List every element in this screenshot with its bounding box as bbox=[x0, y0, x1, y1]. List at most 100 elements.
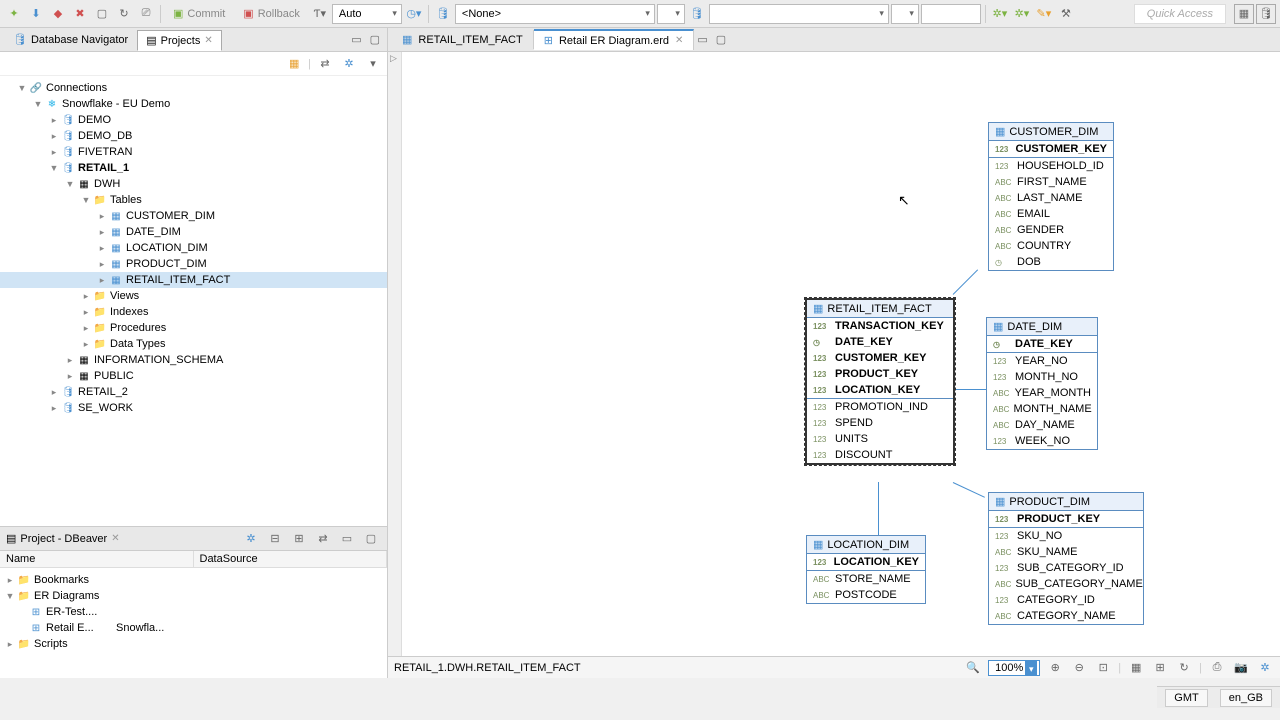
editor-tab-erd[interactable]: ⊞Retail ER Diagram.erd✕ bbox=[534, 29, 695, 50]
minimize-icon[interactable]: ▭ bbox=[348, 33, 364, 46]
tx-mode-icon[interactable]: Ƭ▾ bbox=[310, 4, 330, 24]
settings-icon[interactable]: ✲ bbox=[1256, 660, 1274, 676]
zoom-in-icon[interactable]: ⊕ bbox=[1046, 660, 1064, 676]
er-table-customer[interactable]: ▦CUSTOMER_DIM 123CUSTOMER_KEY 123HOUSEHO… bbox=[988, 122, 1114, 271]
min-icon[interactable]: ▭ bbox=[337, 529, 357, 549]
tree-db-retail[interactable]: ▼🛢RETAIL_1 bbox=[0, 160, 387, 176]
wand-icon[interactable]: ✎▾ bbox=[1034, 4, 1054, 24]
tx-icon[interactable]: ⎚ bbox=[136, 4, 156, 24]
status-tz[interactable]: GMT bbox=[1165, 689, 1207, 707]
er-table-date[interactable]: ▦DATE_DIM ◷DATE_KEY 123YEAR_NO 123MONTH_… bbox=[986, 317, 1098, 450]
close-icon[interactable]: ✕ bbox=[204, 35, 212, 46]
new-sql-icon[interactable]: ✦ bbox=[4, 4, 24, 24]
tool-icon[interactable]: ⚒ bbox=[1056, 4, 1076, 24]
link-icon[interactable]: ⇄ bbox=[313, 529, 333, 549]
tree-table-selected[interactable]: ▸▦RETAIL_ITEM_FACT bbox=[0, 272, 387, 288]
minimize-icon[interactable]: ▭ bbox=[694, 33, 710, 46]
tree-er-diagrams[interactable]: ▼📁ER Diagrams bbox=[0, 588, 387, 604]
tree-schema[interactable]: ▸▦INFORMATION_SCHEMA bbox=[0, 352, 387, 368]
close-icon[interactable]: ✕ bbox=[675, 35, 683, 46]
project-tree[interactable]: ▸📁Bookmarks ▼📁ER Diagrams ⊞ER-Test.... ⊞… bbox=[0, 568, 387, 678]
datasource-drop[interactable] bbox=[657, 4, 685, 24]
er-table-fact[interactable]: ▦RETAIL_ITEM_FACT 123TRANSACTION_KEY ◷DA… bbox=[806, 299, 954, 464]
sql-icon[interactable]: ▦ bbox=[284, 54, 304, 74]
tree-table[interactable]: ▸▦PRODUCT_DIM bbox=[0, 256, 387, 272]
schema-combo[interactable] bbox=[709, 4, 889, 24]
max-icon[interactable]: ▢ bbox=[361, 529, 381, 549]
col-name[interactable]: Name bbox=[0, 551, 194, 567]
quick-access-input[interactable]: Quick Access bbox=[1134, 4, 1226, 24]
new-conn-icon[interactable]: ⬇ bbox=[26, 4, 46, 24]
table-icon: ▦ bbox=[108, 241, 124, 255]
refresh-icon[interactable]: ↻ bbox=[114, 4, 134, 24]
datasource-combo[interactable]: <None> bbox=[455, 4, 655, 24]
er-table-location[interactable]: ▦LOCATION_DIM 123LOCATION_KEY ABCSTORE_N… bbox=[806, 535, 926, 604]
table-icon: ▦ bbox=[813, 538, 823, 551]
datasource-icon[interactable]: 🛢 bbox=[433, 4, 453, 24]
tree-scripts[interactable]: ▸📁Scripts bbox=[0, 636, 387, 652]
debug-icon[interactable]: ✲▾ bbox=[1012, 4, 1032, 24]
zoom-combo[interactable]: 100% bbox=[988, 660, 1040, 676]
schema-icon[interactable]: 🛢 bbox=[687, 4, 707, 24]
tree-schema[interactable]: ▸▦PUBLIC bbox=[0, 368, 387, 384]
tree-db[interactable]: ▸🛢FIVETRAN bbox=[0, 144, 387, 160]
tree-table[interactable]: ▸▦CUSTOMER_DIM bbox=[0, 208, 387, 224]
tab-db-navigator[interactable]: 🛢Database Navigator bbox=[4, 29, 137, 50]
collapse-icon[interactable]: ⊟ bbox=[265, 529, 285, 549]
gear-icon[interactable]: ✲ bbox=[241, 529, 261, 549]
project-icon: ▤ bbox=[6, 532, 16, 545]
perspective2-btn[interactable]: 🛢 bbox=[1256, 4, 1276, 24]
tree-folder[interactable]: ▸📁Views bbox=[0, 288, 387, 304]
refresh-icon[interactable]: ↻ bbox=[1175, 660, 1193, 676]
disconnect-icon[interactable]: ✖ bbox=[70, 4, 90, 24]
tree-table[interactable]: ▸▦DATE_DIM bbox=[0, 224, 387, 240]
tab-projects[interactable]: ▤Projects✕ bbox=[137, 30, 222, 51]
search-icon[interactable]: 🔍 bbox=[964, 660, 982, 676]
schema-drop[interactable] bbox=[891, 4, 919, 24]
tree-er-item[interactable]: ⊞ER-Test.... bbox=[0, 604, 387, 620]
mouse-cursor: ↖ bbox=[898, 192, 910, 209]
maximize-icon[interactable]: ▢ bbox=[367, 33, 383, 46]
new-script-icon[interactable]: ◆ bbox=[48, 4, 68, 24]
col-datasource[interactable]: DataSource bbox=[194, 551, 388, 567]
box-icon[interactable]: ▢ bbox=[92, 4, 112, 24]
projects-tree[interactable]: ▼🔗Connections ▼❄Snowflake - EU Demo ▸🛢DE… bbox=[0, 76, 387, 526]
tree-connection[interactable]: ▼❄Snowflake - EU Demo bbox=[0, 96, 387, 112]
zoom-out-icon[interactable]: ⊖ bbox=[1070, 660, 1088, 676]
status-locale[interactable]: en_GB bbox=[1220, 689, 1272, 707]
tree-db[interactable]: ▸🛢DEMO bbox=[0, 112, 387, 128]
perspective-btn[interactable]: ▦ bbox=[1234, 4, 1254, 24]
menu-icon[interactable]: ▾ bbox=[363, 54, 383, 74]
gear-green-icon[interactable]: ✲▾ bbox=[990, 4, 1010, 24]
editor-tab-fact[interactable]: ▦RETAIL_ITEM_FACT bbox=[392, 30, 534, 49]
tree-db[interactable]: ▸🛢DEMO_DB bbox=[0, 128, 387, 144]
fit-icon[interactable]: ⊡ bbox=[1094, 660, 1112, 676]
tree-folder[interactable]: ▸📁Data Types bbox=[0, 336, 387, 352]
link-icon[interactable]: ⇄ bbox=[315, 54, 335, 74]
grid-icon[interactable]: ⊞ bbox=[1151, 660, 1169, 676]
search-input[interactable] bbox=[921, 4, 981, 24]
er-table-product[interactable]: ▦PRODUCT_DIM 123PRODUCT_KEY 123SKU_NO AB… bbox=[988, 492, 1144, 625]
tree-table[interactable]: ▸▦LOCATION_DIM bbox=[0, 240, 387, 256]
commit-button[interactable]: ▣Commit bbox=[165, 5, 233, 22]
close-icon[interactable]: ✕ bbox=[111, 533, 119, 544]
rollback-button[interactable]: ▣Rollback bbox=[235, 5, 308, 22]
export-icon[interactable]: ⎙ bbox=[1208, 660, 1226, 676]
tree-connections[interactable]: ▼🔗Connections bbox=[0, 80, 387, 96]
camera-icon[interactable]: 📷 bbox=[1232, 660, 1250, 676]
commit-mode-combo[interactable]: Auto bbox=[332, 4, 402, 24]
history-icon[interactable]: ◷▾ bbox=[404, 4, 424, 24]
add-icon[interactable]: ⊞ bbox=[289, 529, 309, 549]
tree-db[interactable]: ▸🛢RETAIL_2 bbox=[0, 384, 387, 400]
tree-folder[interactable]: ▸📁Indexes bbox=[0, 304, 387, 320]
gear-icon[interactable]: ✲ bbox=[339, 54, 359, 74]
layout-icon[interactable]: ▦ bbox=[1127, 660, 1145, 676]
maximize-icon[interactable]: ▢ bbox=[713, 33, 729, 46]
tree-db[interactable]: ▸🛢SE_WORK bbox=[0, 400, 387, 416]
tree-er-item[interactable]: ⊞Retail E...Snowfla... bbox=[0, 620, 387, 636]
er-canvas[interactable]: ▷ ▦CUSTOMER_DIM 123CUSTOMER_KEY 123HOUSE… bbox=[388, 52, 1280, 656]
tree-tables[interactable]: ▼📁Tables bbox=[0, 192, 387, 208]
tree-bookmarks[interactable]: ▸📁Bookmarks bbox=[0, 572, 387, 588]
tree-schema[interactable]: ▼▦DWH bbox=[0, 176, 387, 192]
tree-folder[interactable]: ▸📁Procedures bbox=[0, 320, 387, 336]
